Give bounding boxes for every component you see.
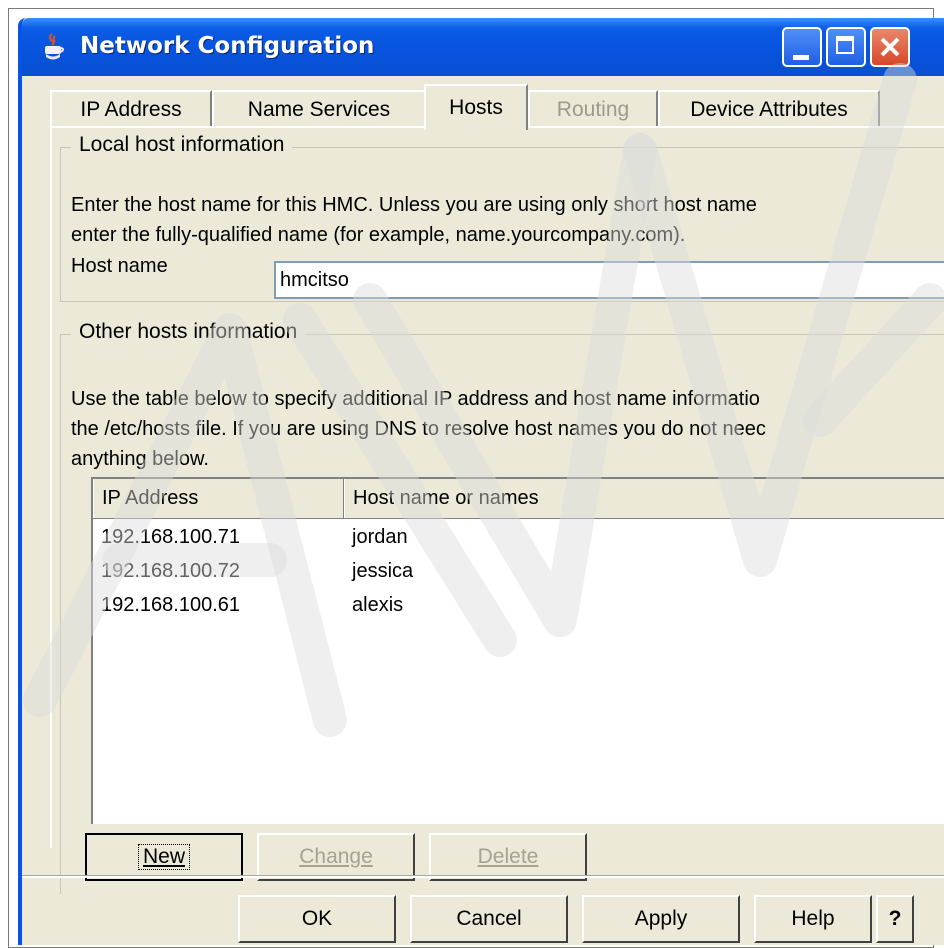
tab-label: Name Services <box>247 98 391 121</box>
tab-label: Device Attributes <box>690 98 848 121</box>
minimize-button[interactable] <box>782 27 822 67</box>
local-host-description: Enter the host name for this HMC. Unless… <box>71 190 757 250</box>
delete-button[interactable]: Delete <box>429 833 587 881</box>
tab-routing[interactable]: Routing <box>528 90 658 128</box>
local-host-legend: Local host information <box>71 133 293 157</box>
column-header-host-name[interactable]: Host name or names <box>344 479 944 518</box>
table-row[interactable]: 192.168.100.71 jordan <box>93 520 944 554</box>
title-bar[interactable]: Network Configuration <box>22 18 944 76</box>
description-line: anything below. <box>71 448 209 470</box>
host-name-label: Host name <box>71 255 168 277</box>
tab-strip: IP Address Name Services Hosts Routing D… <box>22 76 944 130</box>
tab-name-services[interactable]: Name Services <box>212 90 426 128</box>
help-button[interactable]: Help <box>754 895 872 943</box>
new-button[interactable]: New <box>85 833 243 881</box>
delete-button-label: Delete <box>477 845 539 868</box>
tab-label: Hosts <box>449 96 503 119</box>
ok-button[interactable]: OK <box>238 895 396 943</box>
cell-ip-address: 192.168.100.61 <box>101 594 241 616</box>
hosts-table[interactable]: IP Address Host name or names 192.168.10… <box>91 477 944 824</box>
change-button[interactable]: Change <box>257 833 415 881</box>
cell-host-name: jordan <box>352 526 408 548</box>
new-button-label: New <box>137 844 190 870</box>
cell-ip-address: 192.168.100.71 <box>101 526 241 548</box>
tab-hosts[interactable]: Hosts <box>424 84 528 130</box>
table-header: IP Address Host name or names <box>93 479 944 519</box>
network-configuration-window: Network Configuration IP Address Name Se… <box>18 18 944 945</box>
table-row[interactable]: 192.168.100.72 jessica <box>93 554 944 588</box>
other-hosts-legend: Other hosts information <box>71 320 306 344</box>
table-row[interactable]: 192.168.100.61 alexis <box>93 588 944 622</box>
button-bar-separator <box>22 875 944 878</box>
change-button-label: Change <box>299 845 373 868</box>
maximize-icon <box>836 36 854 54</box>
description-line: enter the fully-qualified name (for exam… <box>71 224 686 246</box>
cell-host-name: jessica <box>352 560 414 582</box>
column-header-ip-address[interactable]: IP Address <box>93 479 344 518</box>
maximize-button[interactable] <box>826 27 866 67</box>
description-line: the /etc/hosts file. If you are using DN… <box>71 418 766 440</box>
tab-device-attributes[interactable]: Device Attributes <box>658 90 880 128</box>
close-button[interactable] <box>870 27 910 67</box>
host-name-input[interactable] <box>274 261 944 299</box>
context-help-button[interactable]: ? <box>876 895 914 943</box>
tab-label: Routing <box>556 98 630 121</box>
cancel-button[interactable]: Cancel <box>410 895 568 943</box>
tab-panel-left-edge <box>50 128 52 848</box>
java-coffee-cup-icon <box>45 33 64 60</box>
tab-ip-address[interactable]: IP Address <box>50 90 212 128</box>
minimize-icon <box>793 55 809 60</box>
description-line: Use the table below to specify additiona… <box>71 388 760 410</box>
local-host-group: Local host information Enter the host na… <box>60 133 944 302</box>
window-title: Network Configuration <box>80 33 375 59</box>
other-hosts-group: Other hosts information Use the table be… <box>60 320 944 894</box>
cell-ip-address: 192.168.100.72 <box>101 560 241 582</box>
description-line: Enter the host name for this HMC. Unless… <box>71 194 757 216</box>
close-icon <box>880 37 900 57</box>
cell-host-name: alexis <box>352 594 404 616</box>
tab-label: IP Address <box>80 98 182 121</box>
apply-button[interactable]: Apply <box>582 895 740 943</box>
other-hosts-description: Use the table below to specify additiona… <box>71 384 766 474</box>
